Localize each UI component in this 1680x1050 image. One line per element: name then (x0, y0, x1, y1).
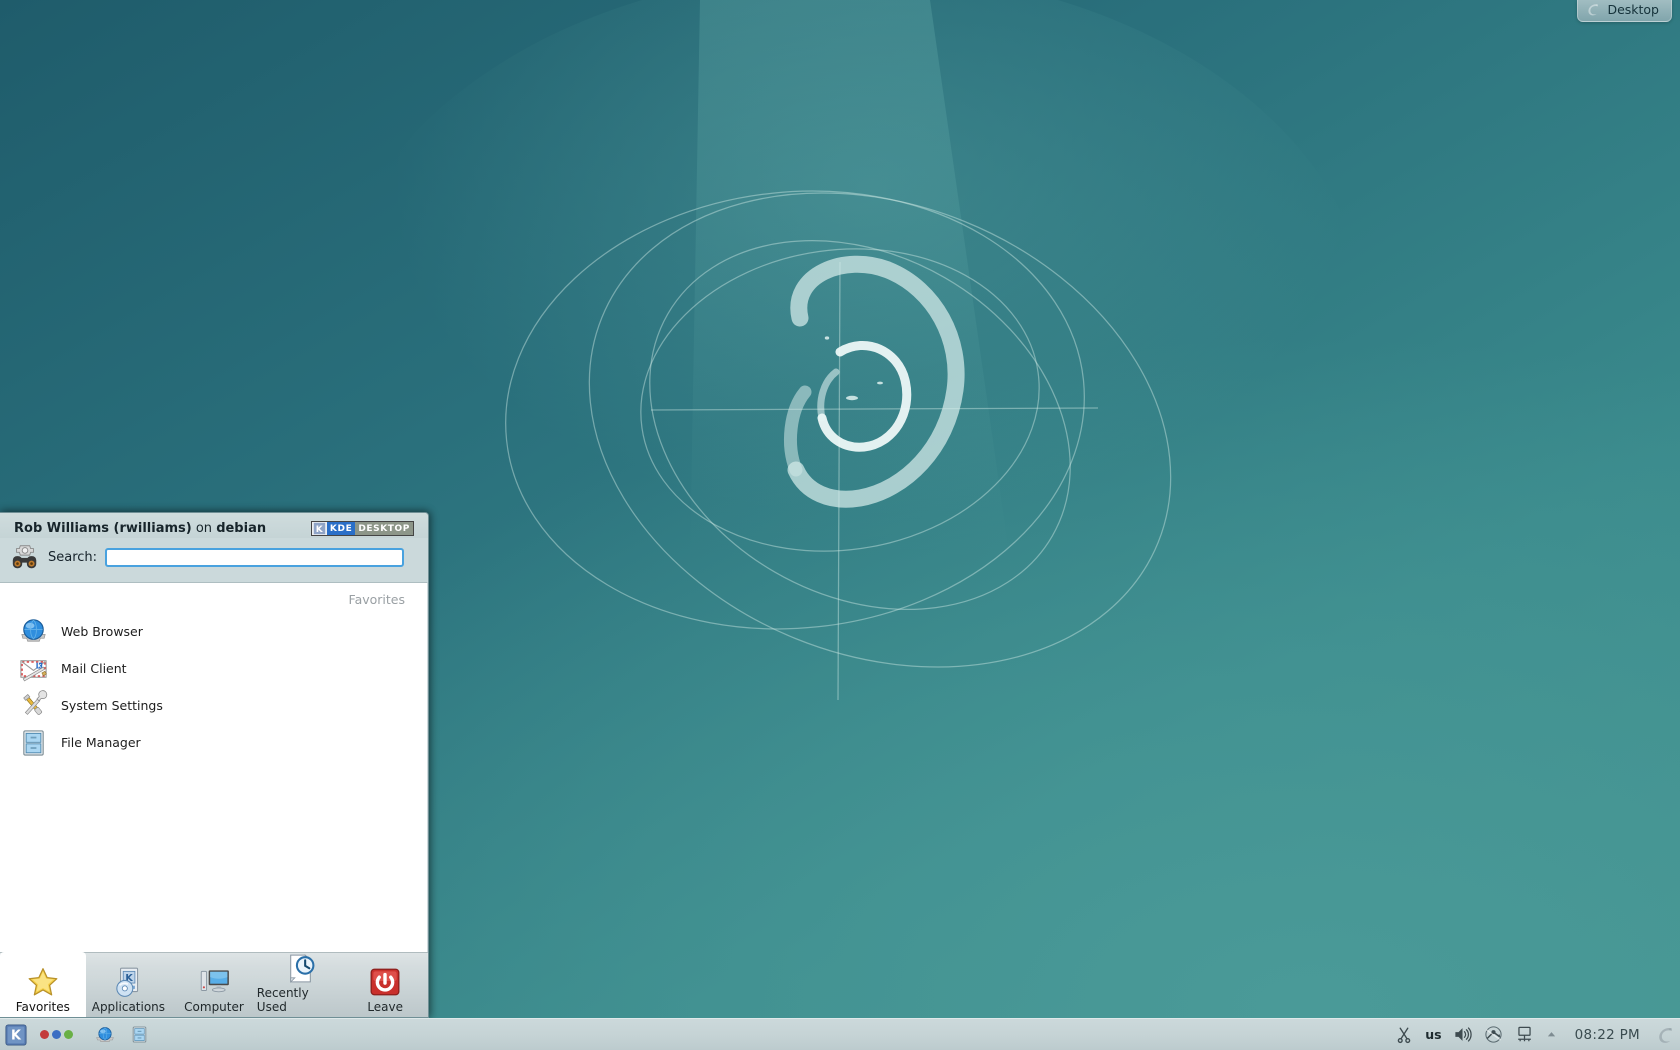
taskbar-panel: K us 08:22 PM (0, 1018, 1680, 1050)
desktop-background[interactable]: Desktop Rob Williams (rwilliams) on debi… (0, 0, 1680, 1050)
system-settings-icon (18, 690, 49, 721)
search-input[interactable] (105, 547, 404, 567)
volume-speaker-icon[interactable] (1453, 1025, 1473, 1045)
system-tray: us 08:22 PM (1394, 1025, 1652, 1045)
network-monitor-icon[interactable] (1515, 1025, 1535, 1045)
digital-clock[interactable]: 08:22 PM (1569, 1027, 1646, 1043)
mail-client-icon: k (18, 653, 49, 684)
file-manager-icon (18, 727, 49, 758)
kickoff-tab-label: Applications (91, 1000, 166, 1014)
quicklaunch-web-browser-icon[interactable] (93, 1023, 117, 1047)
kickoff-tab-label: Recently Used (256, 986, 309, 1014)
kickoff-tab-applications[interactable]: K Applications (86, 952, 172, 1017)
kickoff-header: Rob Williams (rwilliams) on debian K KDE… (0, 513, 428, 538)
web-browser-icon (18, 616, 49, 647)
cashew-icon (1588, 4, 1599, 16)
device-notifier-icon[interactable] (1484, 1025, 1504, 1045)
recent-clock-icon (289, 954, 315, 983)
kickoff-tab-bar: Favorites K Applications Computer Recent… (0, 952, 428, 1017)
favorite-item-mail-client[interactable]: k Mail Client (0, 650, 427, 687)
applications-icon: K (116, 967, 139, 997)
pager-widget[interactable] (38, 1030, 75, 1039)
badge-word-kde: KDE (326, 522, 356, 535)
desktop-toolbox-label: Desktop (1607, 2, 1659, 17)
computer-icon (200, 970, 229, 993)
kickoff-tab-recently-used[interactable]: Recently Used (257, 952, 343, 1017)
quicklaunch-file-manager-icon[interactable] (127, 1023, 151, 1047)
favorite-label: Web Browser (61, 624, 143, 639)
hostname: debian (216, 521, 267, 536)
kickoff-tab-label: Computer (184, 1000, 244, 1014)
kickoff-user-line: Rob Williams (rwilliams) on debian (14, 521, 266, 536)
panel-toolbox[interactable] (1652, 1019, 1680, 1050)
favorite-item-web-browser[interactable]: Web Browser (0, 613, 427, 650)
klipper-scissors-icon[interactable] (1394, 1025, 1414, 1045)
leave-power-icon (370, 968, 400, 996)
kickoff-tab-favorites[interactable]: Favorites (0, 952, 86, 1017)
kde-k-logo-icon: K (311, 522, 327, 535)
badge-word-desktop: DESKTOP (355, 522, 413, 535)
kickoff-favorites-panel: Favorites Web Browser k Mail Client Syst… (0, 582, 428, 952)
favorite-label: File Manager (61, 735, 141, 750)
kickoff-tab-label: Leave (367, 1000, 404, 1014)
search-binoculars-icon (10, 542, 40, 572)
desktop-toolbox[interactable]: Desktop (1577, 0, 1672, 22)
favorite-label: System Settings (61, 698, 163, 713)
pager-dot-1[interactable] (40, 1030, 49, 1039)
kde-desktop-badge: K KDE DESKTOP (310, 521, 414, 536)
kickoff-tab-leave[interactable]: Leave (342, 952, 428, 1017)
panel-left-section: K (0, 1023, 151, 1047)
kickoff-tab-computer[interactable]: Computer (171, 952, 257, 1017)
kde-k-launcher-icon[interactable]: K (4, 1023, 28, 1047)
keyboard-layout-icon[interactable]: us (1425, 1027, 1441, 1042)
user-full-name: Rob Williams (14, 521, 109, 536)
search-label: Search: (48, 549, 98, 565)
pager-dot-2[interactable] (52, 1030, 61, 1039)
tray-expand-icon[interactable] (1546, 1025, 1558, 1045)
svg-text:K: K (316, 525, 324, 535)
kickoff-search-row: Search: (0, 538, 428, 582)
kickoff-tab-label: Favorites (15, 1000, 70, 1014)
cashew-icon (1659, 1027, 1672, 1043)
favorite-label: Mail Client (61, 661, 127, 676)
favorite-item-system-settings[interactable]: System Settings (0, 687, 427, 724)
favorites-caption: Favorites (348, 592, 405, 607)
svg-text:K: K (11, 1028, 22, 1043)
star-icon (28, 968, 58, 996)
kickoff-application-launcher[interactable]: Rob Williams (rwilliams) on debian K KDE… (0, 512, 429, 1018)
favorite-item-file-manager[interactable]: File Manager (0, 724, 427, 761)
user-login: (rwilliams) (113, 521, 192, 536)
pager-dot-3[interactable] (64, 1030, 73, 1039)
on-word: on (191, 521, 217, 536)
